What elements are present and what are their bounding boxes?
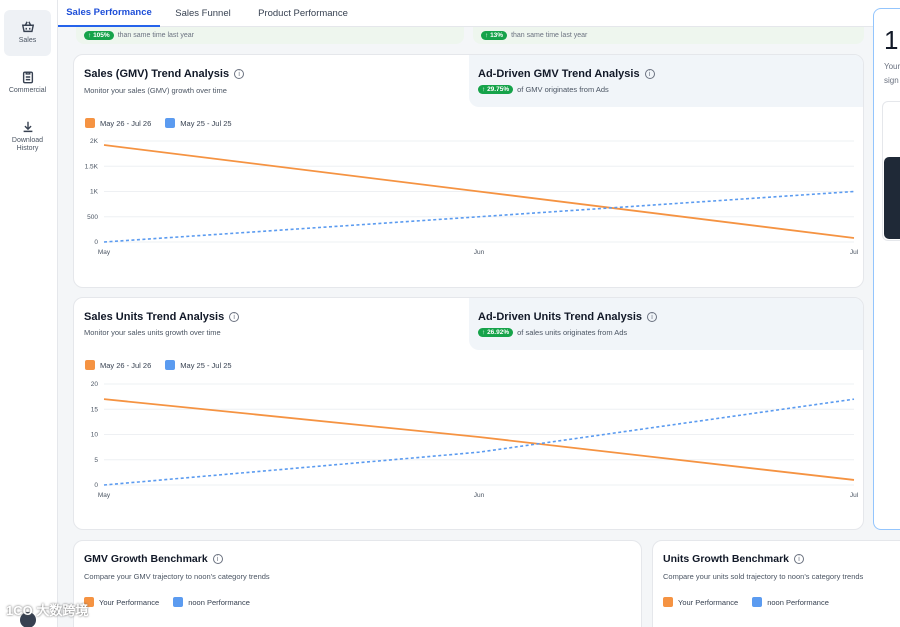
units-yoy-card: ↑ 13% than same time last year bbox=[473, 27, 864, 44]
sidebar-item-sales[interactable]: Sales bbox=[4, 10, 51, 56]
y-tick-label: 10 bbox=[91, 432, 99, 439]
gmv-yoy-card: ↑ 105% than same time last year bbox=[76, 27, 464, 44]
info-icon[interactable]: i bbox=[229, 312, 240, 322]
y-tick-label: 1.5K bbox=[85, 163, 99, 170]
legend-item-previous[interactable]: May 25 - Jul 25 bbox=[165, 118, 232, 128]
sidebar-item-download-history[interactable]: Download History bbox=[4, 120, 51, 160]
y-tick-label: 1K bbox=[90, 189, 99, 196]
clipboard-icon bbox=[22, 71, 33, 84]
tab-sales-performance[interactable]: Sales Performance bbox=[58, 0, 160, 27]
ad-share-line: ↑ 29.75% of GMV originates from Ads bbox=[478, 85, 609, 94]
sidebar-item-commercial[interactable]: Commercial bbox=[4, 70, 51, 104]
info-icon[interactable]: i bbox=[234, 69, 245, 79]
legend-item-noon[interactable]: noon Performance bbox=[173, 597, 250, 607]
x-tick-label: Jul bbox=[850, 249, 859, 256]
yoy-badge: ↑ 105% bbox=[84, 31, 114, 40]
panel-title: Sales (GMV) Trend Analysis i bbox=[84, 68, 245, 80]
watermark: 1CO 大数跨境 bbox=[6, 603, 89, 618]
summary-panel: 1 Your sign bbox=[873, 8, 900, 530]
legend-item-your[interactable]: Your Performance bbox=[84, 597, 159, 607]
sidebar: Sales Commercial Download History bbox=[0, 0, 58, 627]
panel-subtitle: Monitor your sales (GMV) growth over tim… bbox=[84, 86, 227, 95]
benchmark-legend: Your Performance noon Performance bbox=[84, 597, 264, 607]
legend-swatch bbox=[173, 597, 184, 607]
y-tick-label: 20 bbox=[91, 381, 99, 388]
sidebar-item-label: Download History bbox=[11, 137, 44, 152]
legend-item-your[interactable]: Your Performance bbox=[663, 597, 738, 607]
tab-bar: Sales Performance Sales Funnel Product P… bbox=[58, 0, 900, 27]
y-tick-label: 15 bbox=[91, 406, 99, 413]
y-tick-label: 2K bbox=[90, 138, 99, 145]
legend-swatch bbox=[165, 360, 176, 370]
benchmark-title: GMV Growth Benchmark i bbox=[84, 553, 223, 565]
info-icon[interactable]: i bbox=[212, 554, 223, 564]
chart-legend: May 26 - Jul 26 May 25 - Jul 25 bbox=[85, 118, 246, 128]
yoy-text: than same time last year bbox=[117, 32, 194, 39]
legend-item-current[interactable]: May 26 - Jul 26 bbox=[85, 360, 151, 370]
ad-share-line: ↑ 26.92% of sales units originates from … bbox=[478, 328, 627, 337]
legend-swatch bbox=[752, 597, 763, 607]
gmv-trend-panel: Sales (GMV) Trend Analysis i Monitor you… bbox=[73, 54, 864, 288]
benchmark-title: Units Growth Benchmark i bbox=[663, 553, 805, 565]
x-tick-label: Jul bbox=[850, 492, 859, 499]
summary-line: sign bbox=[884, 76, 899, 85]
panel-subtitle: Monitor your sales units growth over tim… bbox=[84, 328, 221, 337]
units-benchmark-card: Units Growth Benchmark i Compare your un… bbox=[652, 540, 900, 627]
x-tick-label: Jun bbox=[474, 492, 485, 499]
ad-panel-title: Ad-Driven Units Trend Analysis i bbox=[478, 311, 658, 323]
sidebar-item-label: Commercial bbox=[8, 87, 47, 94]
y-tick-label: 0 bbox=[94, 239, 98, 246]
ad-panel-title: Ad-Driven GMV Trend Analysis i bbox=[478, 68, 655, 80]
panel-title: Sales Units Trend Analysis i bbox=[84, 311, 240, 323]
legend-item-previous[interactable]: May 25 - Jul 25 bbox=[165, 360, 232, 370]
units-line-chart: 0 5 10 15 20 May Jun Jul bbox=[91, 381, 859, 499]
info-icon[interactable]: i bbox=[647, 312, 658, 322]
legend-swatch bbox=[165, 118, 176, 128]
sidebar-item-label: Sales bbox=[18, 37, 37, 44]
benchmark-subtitle: Compare your GMV trajectory to noon's ca… bbox=[84, 572, 270, 581]
units-trend-panel: Sales Units Trend Analysis i Monitor you… bbox=[73, 297, 864, 530]
tab-product-performance[interactable]: Product Performance bbox=[248, 0, 358, 27]
ad-driven-units-tab[interactable] bbox=[469, 298, 863, 350]
series-line-current[interactable] bbox=[103, 398, 855, 481]
legend-swatch bbox=[663, 597, 673, 607]
x-tick-label: May bbox=[98, 492, 111, 499]
legend-swatch bbox=[85, 118, 95, 128]
legend-item-current[interactable]: May 26 - Jul 26 bbox=[85, 118, 151, 128]
chart-legend: May 26 - Jul 26 May 25 - Jul 25 bbox=[85, 360, 246, 370]
legend-item-noon[interactable]: noon Performance bbox=[752, 597, 829, 607]
summary-value: 1 bbox=[884, 25, 899, 55]
benchmark-legend: Your Performance noon Performance bbox=[663, 597, 843, 607]
x-tick-label: May bbox=[98, 249, 111, 256]
gmv-line-chart: 0 500 1K 1.5K 2K May Jun Jul bbox=[85, 138, 859, 256]
yoy-text: than same time last year bbox=[511, 32, 588, 39]
legend-swatch bbox=[85, 360, 95, 370]
ad-share-badge: ↑ 29.75% bbox=[478, 85, 514, 94]
benchmark-subtitle: Compare your units sold trajectory to no… bbox=[663, 572, 864, 581]
y-tick-label: 500 bbox=[87, 214, 98, 221]
info-icon[interactable]: i bbox=[644, 69, 655, 79]
yoy-badge: ↑ 13% bbox=[481, 31, 508, 40]
ad-share-badge: ↑ 26.92% bbox=[478, 328, 514, 337]
gmv-benchmark-card: GMV Growth Benchmark i Compare your GMV … bbox=[73, 540, 642, 627]
y-tick-label: 5 bbox=[94, 457, 98, 464]
basket-icon bbox=[21, 21, 34, 33]
summary-button[interactable] bbox=[884, 157, 900, 239]
x-tick-label: Jun bbox=[474, 249, 485, 256]
info-icon[interactable]: i bbox=[794, 554, 805, 564]
download-icon bbox=[23, 121, 32, 133]
summary-line: Your bbox=[884, 62, 900, 71]
y-tick-label: 0 bbox=[94, 482, 98, 489]
ad-driven-gmv-tab[interactable] bbox=[469, 55, 863, 107]
tab-sales-funnel[interactable]: Sales Funnel bbox=[166, 0, 240, 27]
series-line-previous[interactable] bbox=[103, 398, 855, 486]
